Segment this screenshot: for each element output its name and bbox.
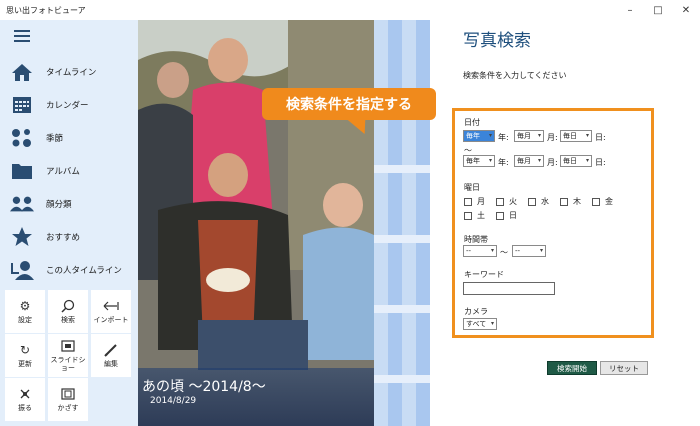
photo-viewer[interactable]: あの頃 ～2014/8～ 2014/8/29 — [138, 20, 374, 426]
sidebar-item-label: タイムライン — [46, 68, 97, 78]
camera-label: カメラ — [464, 307, 488, 316]
search-start-button[interactable]: 検索開始 — [547, 361, 597, 375]
search-instruction: 検索条件を入力してください — [463, 71, 567, 80]
weekday-checkbox-sun[interactable]: 日 — [496, 210, 517, 221]
calendar-icon — [10, 94, 34, 116]
caption-date: 2014/8/29 — [150, 396, 197, 406]
pen-icon — [102, 342, 120, 358]
close-button[interactable]: ✕ — [672, 5, 700, 16]
year-unit: 年: — [498, 158, 509, 167]
edit-tile[interactable]: 編集 — [91, 334, 131, 377]
refresh-icon: ↻ — [19, 343, 31, 358]
sidebar: タイムライン カレンダー 季節 アルバム 顔分類 おすすめ この人タイムライン … — [0, 20, 138, 426]
from-day-select[interactable]: 毎日 ▾ — [560, 130, 592, 142]
sidebar-item-timeline[interactable]: タイムライン — [0, 57, 138, 87]
gear-icon: ⚙ — [19, 299, 31, 314]
day-unit: 日: — [595, 158, 606, 167]
maximize-button[interactable]: □ — [644, 5, 672, 16]
date-label: 日付 — [464, 118, 480, 127]
window-title: 思い出フォトビューア — [6, 5, 86, 15]
time-from-select[interactable]: -- ▾ — [463, 245, 497, 257]
window-titlebar: 思い出フォトビューア – □ ✕ — [0, 0, 700, 20]
photo-caption: あの頃 ～2014/8～ 2014/8/29 — [138, 368, 374, 426]
keyword-input[interactable] — [463, 282, 555, 295]
sidebar-item-faces[interactable]: 顔分類 — [0, 189, 138, 219]
callout-balloon: 検索条件を指定する — [262, 88, 436, 120]
weekday-checkbox-mon[interactable]: 月 — [464, 196, 485, 207]
sidebar-item-label: この人タイムライン — [46, 266, 122, 276]
sidebar-item-label: カレンダー — [46, 101, 89, 111]
tile-label: 検索 — [61, 316, 75, 325]
season-icon — [10, 127, 34, 149]
hamburger-menu-icon[interactable] — [14, 30, 30, 42]
weekday-checkbox-sat[interactable]: 土 — [464, 210, 485, 221]
tile-label: 設定 — [18, 316, 32, 325]
refresh-tile[interactable]: ↻ 更新 — [5, 334, 45, 377]
import-tile[interactable]: インポート — [91, 290, 131, 333]
year-unit: 年: — [498, 133, 509, 142]
from-year-select[interactable]: 毎年 ▾ — [463, 130, 495, 142]
day-unit: 日: — [595, 133, 606, 142]
shake-tile[interactable]: 振る — [5, 378, 45, 421]
shake-icon — [16, 386, 34, 402]
folder-icon — [10, 160, 34, 182]
weekday-checkbox-tue[interactable]: 火 — [496, 196, 517, 207]
time-range-separator: ～ — [500, 248, 508, 257]
sidebar-item-label: 顔分類 — [46, 200, 72, 210]
time-to-select[interactable]: -- ▾ — [512, 245, 546, 257]
home-icon — [10, 61, 34, 83]
tile-label: かざす — [57, 404, 79, 413]
faces-icon — [10, 193, 34, 215]
sidebar-item-calendar[interactable]: カレンダー — [0, 90, 138, 120]
to-year-select[interactable]: 毎年 ▾ — [463, 155, 495, 167]
sidebar-item-recommend[interactable]: おすすめ — [0, 222, 138, 252]
camera-select[interactable]: すべて ▾ — [463, 318, 497, 330]
month-unit: 月: — [547, 133, 558, 142]
from-month-select[interactable]: 毎月 ▾ — [514, 130, 544, 142]
import-icon — [102, 298, 120, 314]
hold-tile[interactable]: かざす — [48, 378, 88, 421]
reset-button[interactable]: リセット — [600, 361, 648, 375]
tile-label: 振る — [18, 404, 32, 413]
slideshow-icon — [59, 338, 77, 354]
keyword-label: キーワード — [464, 270, 504, 279]
slideshow-tile[interactable]: スライドショー — [48, 334, 88, 377]
caption-title: あの頃 ～2014/8～ — [142, 379, 266, 395]
settings-tile[interactable]: ⚙ 設定 — [5, 290, 45, 333]
panel-title: 写真検索 — [463, 31, 531, 51]
sidebar-item-person-timeline[interactable]: この人タイムライン — [0, 255, 138, 285]
sidebar-item-label: 季節 — [46, 134, 64, 144]
to-month-select[interactable]: 毎月 ▾ — [514, 155, 544, 167]
star-icon — [10, 226, 34, 248]
weekday-checkbox-wed[interactable]: 水 — [528, 196, 549, 207]
decorative-stripes — [374, 20, 430, 426]
person-timeline-icon — [10, 259, 34, 281]
search-icon — [59, 298, 77, 314]
search-conditions-highlight: 日付 毎年 ▾ 年: 毎月 ▾ 月: 毎日 ▾ 日: ～ 毎年 ▾ 年: 毎月 ▾ 月: … — [452, 108, 654, 338]
month-unit: 月: — [547, 158, 558, 167]
sidebar-item-label: アルバム — [46, 167, 80, 177]
sidebar-item-label: おすすめ — [46, 233, 81, 243]
search-panel: 写真検索 検索条件を入力してください 日付 毎年 ▾ 年: 毎月 ▾ 月: 毎日 ▾ … — [430, 20, 700, 426]
sidebar-item-album[interactable]: アルバム — [0, 156, 138, 186]
photo-image — [138, 20, 374, 426]
tile-label: 更新 — [18, 360, 32, 369]
minimize-button[interactable]: – — [616, 5, 644, 16]
to-day-select[interactable]: 毎日 ▾ — [560, 155, 592, 167]
weekday-checkbox-fri[interactable]: 金 — [592, 196, 613, 207]
weekday-checkbox-thu[interactable]: 木 — [560, 196, 581, 207]
time-label: 時間帯 — [464, 235, 488, 244]
tile-label: スライドショー — [50, 356, 86, 372]
tile-label: インポート — [93, 316, 129, 325]
sidebar-item-season[interactable]: 季節 — [0, 123, 138, 153]
hold-icon — [59, 386, 77, 402]
tile-label: 編集 — [104, 360, 118, 369]
weekday-label: 曜日 — [464, 183, 480, 192]
search-tile[interactable]: 検索 — [48, 290, 88, 333]
